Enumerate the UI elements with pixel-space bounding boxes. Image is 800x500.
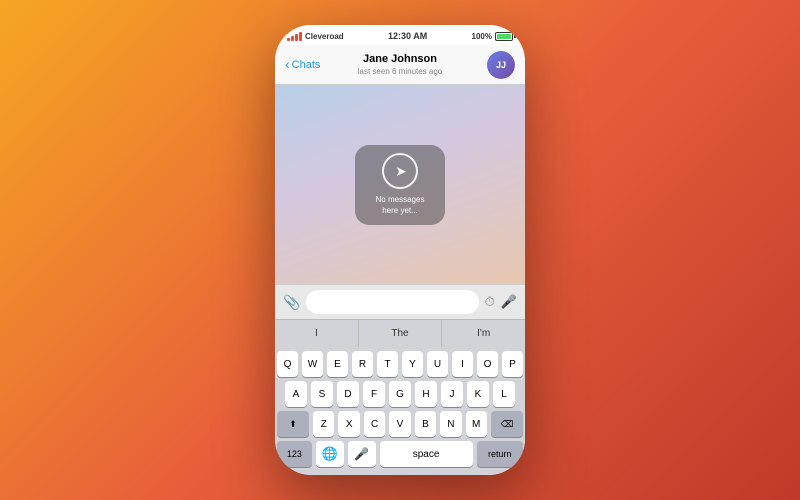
numbers-key[interactable]: 123 (277, 441, 312, 467)
attach-icon[interactable]: 📎 (283, 294, 300, 311)
word-suggestion-1[interactable]: I (275, 320, 359, 347)
status-bar: Cleveroad 12:30 AM 100% (275, 25, 525, 45)
signal-strength (287, 32, 302, 41)
key-e[interactable]: E (327, 351, 348, 377)
mic-key[interactable]: 🎤 (348, 441, 376, 467)
key-a[interactable]: A (285, 381, 307, 407)
contact-name: Jane Johnson (358, 53, 443, 66)
input-bar: 📎 ⏱ 🎤 (275, 284, 525, 319)
avatar-image: JJ (487, 51, 515, 79)
key-l[interactable]: L (493, 381, 515, 407)
nav-center: Jane Johnson last seen 6 minutes ago (358, 53, 443, 75)
back-label: Chats (292, 59, 321, 71)
phone-frame: Cleveroad 12:30 AM 100% ‹ Chats Jane Joh… (275, 25, 525, 475)
keyboard: Q W E R T Y U I O P A S D F G H J K L ⬆ … (275, 347, 525, 475)
key-q[interactable]: Q (277, 351, 298, 377)
keyboard-row-2: A S D F G H J K L (277, 381, 523, 407)
key-k[interactable]: K (467, 381, 489, 407)
delete-key[interactable]: ⌫ (491, 411, 523, 437)
key-i[interactable]: I (452, 351, 473, 377)
battery-fill (497, 34, 511, 39)
key-v[interactable]: V (389, 411, 410, 437)
send-arrow-icon: ➤ (395, 163, 407, 180)
carrier-label: Cleveroad (305, 32, 344, 41)
keyboard-row-bottom: 123 🌐 🎤 space return (277, 441, 523, 467)
key-c[interactable]: C (364, 411, 385, 437)
shift-key[interactable]: ⬆ (277, 411, 309, 437)
word-suggestion-2[interactable]: The (359, 320, 443, 347)
key-d[interactable]: D (337, 381, 359, 407)
nav-bar: ‹ Chats Jane Johnson last seen 6 minutes… (275, 45, 525, 85)
key-w[interactable]: W (302, 351, 323, 377)
key-b[interactable]: B (415, 411, 436, 437)
battery-percent: 100% (472, 32, 492, 41)
key-r[interactable]: R (352, 351, 373, 377)
clock-icon[interactable]: ⏱ (485, 294, 495, 310)
key-j[interactable]: J (441, 381, 463, 407)
key-p[interactable]: P (502, 351, 523, 377)
battery-icon (495, 32, 513, 41)
key-h[interactable]: H (415, 381, 437, 407)
key-n[interactable]: N (440, 411, 461, 437)
status-time: 12:30 AM (388, 31, 427, 41)
key-y[interactable]: Y (402, 351, 423, 377)
back-button[interactable]: ‹ Chats (285, 58, 320, 71)
key-u[interactable]: U (427, 351, 448, 377)
space-key[interactable]: space (380, 441, 473, 467)
empty-state-box: ➤ No messageshere yet... (355, 145, 445, 225)
message-input[interactable] (306, 290, 478, 314)
key-s[interactable]: S (311, 381, 333, 407)
mic-icon[interactable]: 🎤 (501, 294, 517, 310)
key-m[interactable]: M (466, 411, 487, 437)
avatar[interactable]: JJ (487, 51, 515, 79)
key-t[interactable]: T (377, 351, 398, 377)
key-o[interactable]: O (477, 351, 498, 377)
carrier-info: Cleveroad (287, 32, 344, 41)
back-chevron-icon: ‹ (285, 57, 290, 71)
key-g[interactable]: G (389, 381, 411, 407)
return-key[interactable]: return (477, 441, 523, 467)
empty-state-text: No messageshere yet... (376, 195, 425, 216)
key-x[interactable]: X (338, 411, 359, 437)
word-suggestion-3[interactable]: I'm (442, 320, 525, 347)
word-suggestions: I The I'm (275, 319, 525, 347)
last-seen: last seen 6 minutes ago (358, 67, 443, 76)
battery-area: 100% (472, 32, 513, 41)
send-icon-circle: ➤ (382, 153, 418, 189)
keyboard-row-1: Q W E R T Y U I O P (277, 351, 523, 377)
globe-key[interactable]: 🌐 (316, 441, 344, 467)
key-f[interactable]: F (363, 381, 385, 407)
key-z[interactable]: Z (313, 411, 334, 437)
chat-area: ➤ No messageshere yet... (275, 85, 525, 284)
keyboard-row-3: ⬆ Z X C V B N M ⌫ (277, 411, 523, 437)
